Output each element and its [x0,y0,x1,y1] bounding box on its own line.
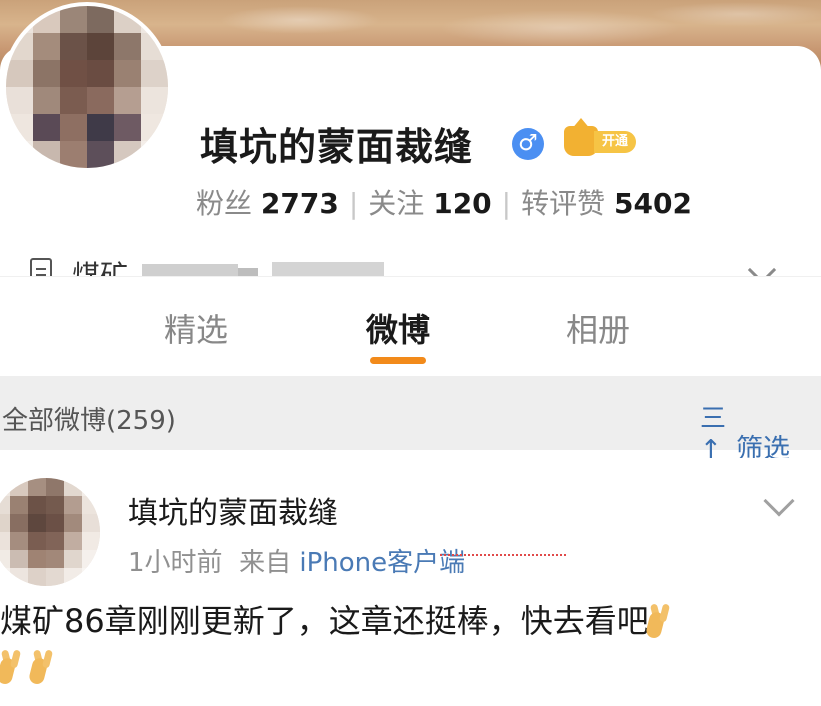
stat-interactions[interactable]: 转评赞 5402 [521,187,692,220]
profile-tabs: 精选 微博 相册 [0,276,821,376]
post-source-prefix: 来自 [239,548,292,578]
filter-bar: 全部微博(259) 三↑ 筛选 [0,376,821,465]
tab-weibo[interactable]: 微博 [366,305,430,351]
post-time: 1小时前 [128,548,223,578]
filter-icon: 三↑ [700,404,727,465]
post-avatar[interactable] [0,478,100,586]
avatar-mosaic [0,478,100,586]
stat-followers[interactable]: 粉丝 2773 [196,187,339,220]
all-weibo-count: 全部微博(259) [2,406,176,436]
vip-badge[interactable]: 开通 [564,118,642,156]
active-tab-indicator [370,357,426,364]
victory-hand-icon [0,650,26,682]
victory-hand-icon [649,604,675,636]
chevron-down-icon[interactable] [763,485,795,517]
stat-following[interactable]: 关注 120 [368,187,491,220]
post-meta: 1小时前 来自 iPhone客户端 [128,542,465,579]
post-card: 填坑的蒙面裁缝 1小时前 来自 iPhone客户端 煤矿86章刚刚更新了，这章还… [0,458,821,706]
male-icon: ♂ [512,128,544,160]
filter-button[interactable]: 三↑ 筛选 [700,398,790,466]
avatar[interactable] [2,2,172,172]
profile-username: 填坑的蒙面裁缝 [200,125,474,169]
post-text: 煤矿86章刚刚更新了，这章还挺棒，快去看吧 [0,602,649,640]
text-decoration-line [440,550,566,556]
tab-featured[interactable]: 精选 [164,305,228,351]
post-content: 煤矿86章刚刚更新了，这章还挺棒，快去看吧 [0,598,821,690]
avatar-mosaic [6,6,168,168]
post-author-name[interactable]: 填坑的蒙面裁缝 [128,488,338,532]
vip-open-label: 开通 [594,131,637,153]
victory-hand-icon [32,650,58,682]
profile-stats: 粉丝 2773 | 关注 120 | 转评赞 5402 [196,187,692,220]
tab-album[interactable]: 相册 [566,305,630,351]
crown-icon [564,118,598,156]
